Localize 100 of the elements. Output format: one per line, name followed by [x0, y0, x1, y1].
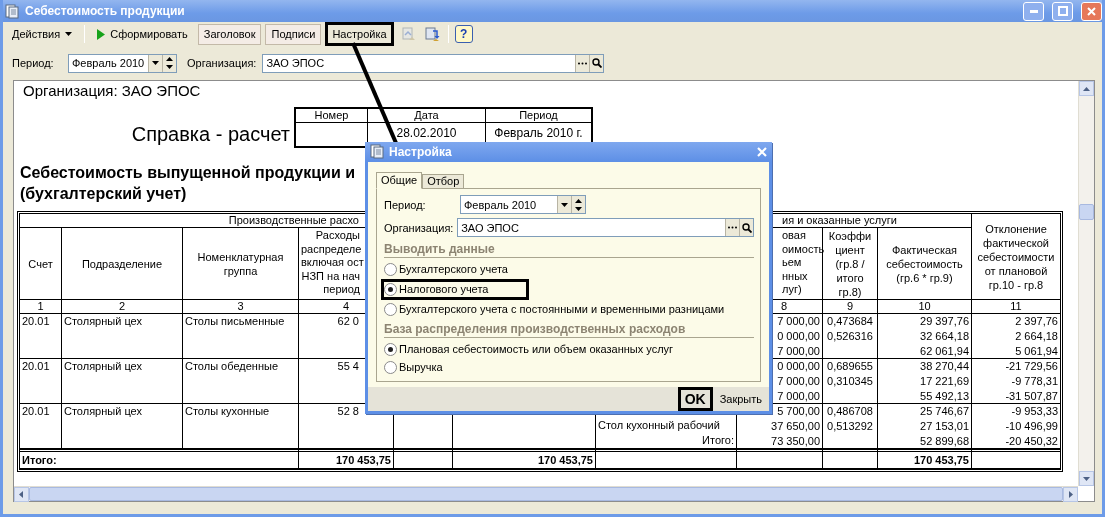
dialog-button[interactable]: Закрыть: [714, 386, 767, 411]
minimize-button[interactable]: [1023, 1, 1044, 21]
table-cell: 7 000,00: [777, 390, 820, 402]
dropdown-button[interactable]: [557, 196, 571, 214]
radio-button[interactable]: [384, 360, 397, 374]
column-number: 10: [878, 300, 972, 314]
table-cell-text: 170 453,75: [334, 453, 391, 468]
table-cell: 2 664,18: [1015, 330, 1058, 342]
scroll-thumb[interactable]: [1079, 204, 1094, 220]
table-cell: 0,689655: [827, 360, 873, 372]
spin-button[interactable]: [571, 196, 585, 214]
table-cell: -9 953,33: [1011, 405, 1058, 417]
table-cell: 37 650,00: [771, 420, 820, 432]
organization-field[interactable]: ЗАО ЭПОС: [262, 53, 605, 73]
generate-button[interactable]: Сформировать: [91, 23, 194, 45]
column-header: Подразделение: [62, 228, 183, 300]
radio-button[interactable]: [384, 342, 397, 356]
window-title: Себестоимость продукции: [25, 4, 186, 18]
table-cell-text: Итого:: [22, 453, 58, 468]
period-label: Период:: [12, 57, 55, 69]
tab[interactable]: Отбор: [422, 173, 465, 189]
column-header: Фактическая себестоимость (гр.6 * гр.9): [878, 228, 972, 300]
scroll-down-button[interactable]: [1079, 471, 1094, 486]
search-button[interactable]: [739, 219, 753, 237]
search-icon: [591, 58, 602, 68]
scroll-right-button[interactable]: [1063, 487, 1078, 502]
column-header: Номер: [296, 109, 368, 123]
organization-text: Организация: ЗАО ЭПОС: [22, 82, 202, 101]
close-button[interactable]: [1081, 1, 1102, 21]
column-number: 11: [972, 300, 1060, 314]
table-cell: 0 000,00: [777, 330, 820, 342]
search-icon: [741, 222, 752, 233]
table-cell-text: Столы письменные: [185, 314, 286, 329]
scroll-up-button[interactable]: [1079, 81, 1094, 96]
radio-label: Плановая себестоимость или объем оказанных услуг: [399, 343, 674, 356]
radio-button[interactable]: [384, 262, 397, 276]
table-cell: 29 397,76: [920, 315, 969, 327]
spin-arrows-icon: [166, 57, 173, 69]
spin-arrows-icon: [575, 198, 582, 211]
tab[interactable]: Общие: [376, 171, 423, 189]
ellipsis-icon: [728, 226, 737, 230]
dropdown-button[interactable]: [148, 54, 162, 72]
period-field[interactable]: Февраль 2010: [460, 195, 586, 215]
table-cell: 17 221,69: [920, 375, 969, 387]
radio-button[interactable]: [384, 302, 397, 316]
table-cell: 62 061,94: [920, 345, 969, 357]
actions-menu[interactable]: Действия: [6, 23, 79, 45]
maximize-button[interactable]: [1052, 1, 1073, 21]
table-cell: 27 153,01: [920, 420, 969, 432]
play-icon: [97, 28, 106, 40]
table-cell-text: Февраль 2010 г.: [493, 125, 584, 142]
scroll-left-button[interactable]: [14, 487, 29, 502]
table-cell: 0,526316: [827, 330, 873, 342]
table-cell-text: Столы кухонные: [185, 404, 271, 419]
table-cell-text: 170 453,75: [536, 453, 593, 468]
table-cell: Стол кухонный рабочий: [598, 419, 720, 431]
radio-label: Бухгалтерского учета с постоянными и временными разницами: [399, 303, 725, 316]
table-cell: 2 397,76: [1015, 315, 1058, 327]
radio-button[interactable]: [384, 282, 397, 296]
radio-label: Бухгалтерского учета: [399, 263, 508, 276]
table-cell: -21 729,56: [1005, 360, 1058, 372]
toolbar-button[interactable]: Подписи: [265, 23, 322, 45]
dialog-icon: [370, 144, 384, 160]
column-header: Коэффи циент (гр.8 / итого гр.8): [823, 228, 878, 300]
radio-label: Выручка: [399, 361, 443, 374]
table-cell: 5 700,00: [777, 405, 820, 417]
maximize-icon: [1057, 6, 1068, 16]
toolbar-button[interactable]: Заголовок: [197, 23, 262, 45]
table-cell: 52 899,68: [920, 435, 969, 447]
table-cell: 25 746,67: [920, 405, 969, 417]
document-arrow-icon: [423, 26, 440, 42]
table-cell: 32 664,18: [920, 330, 969, 342]
ellipsis-icon: [578, 61, 588, 65]
organization-field[interactable]: ЗАО ЭПОС: [457, 218, 754, 238]
table-cell: 7 000,00: [777, 345, 820, 357]
table-cell: 0,486708: [827, 405, 873, 417]
table-cell: 7 000,00: [777, 315, 820, 327]
table-cell-text: 20.01: [22, 314, 51, 329]
dialog-button[interactable]: OK: [677, 386, 713, 411]
radio-label: Налогового учета: [399, 283, 489, 296]
right-arrow-icon: [1068, 491, 1073, 498]
search-button[interactable]: [589, 54, 604, 72]
up-arrow-icon: [1083, 86, 1090, 91]
close-icon[interactable]: [757, 146, 767, 157]
document-title: Справка - расчет: [130, 123, 291, 147]
column-header: Дата: [368, 109, 486, 123]
spin-button[interactable]: [162, 54, 176, 72]
minimize-icon: [1029, 9, 1038, 13]
table-cell: 0,310345: [827, 375, 873, 387]
help-button[interactable]: ?: [454, 25, 473, 43]
column-header: Номенклатурная группа: [183, 228, 299, 300]
column-number: 3: [183, 300, 299, 314]
table-cell-text: Столы обеденные: [185, 359, 279, 374]
table-cell-text: Столярный цех: [64, 314, 143, 329]
column-number: 9: [823, 300, 878, 314]
toolbar-button[interactable]: Настройка: [325, 22, 394, 46]
table-cell: 7 000,00: [777, 375, 820, 387]
table-cell: Итого:: [702, 434, 734, 446]
period-field[interactable]: Февраль 2010: [68, 53, 177, 73]
left-arrow-icon: [19, 491, 24, 498]
